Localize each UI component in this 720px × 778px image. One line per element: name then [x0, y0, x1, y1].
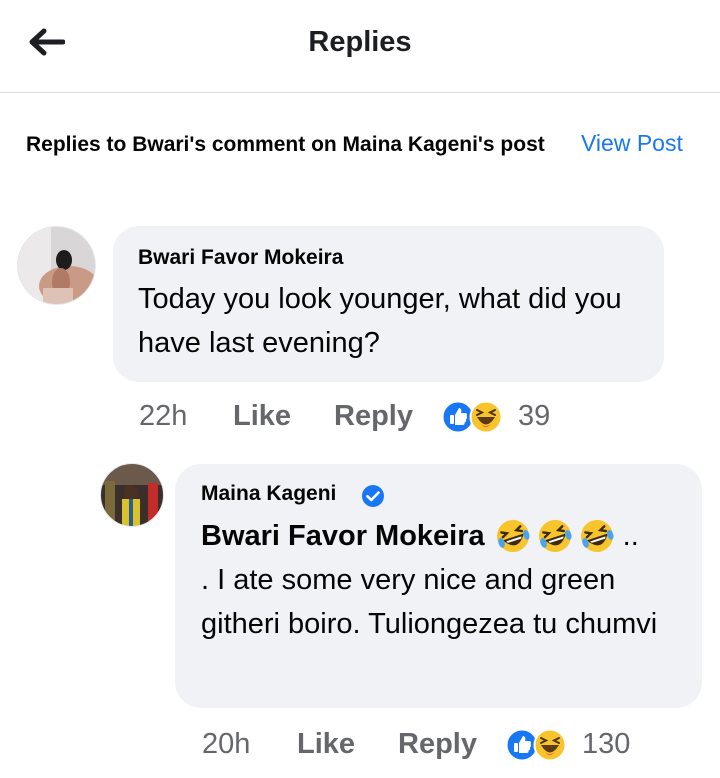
comment-text: . I ate some very nice and green githeri…	[201, 564, 658, 640]
comment-text: Today you look younger, what did you hav…	[138, 283, 622, 359]
comment-timestamp[interactable]: 20h	[202, 726, 250, 762]
reaction-icons[interactable]	[441, 400, 503, 434]
laughing-emoji	[496, 520, 530, 552]
reaction-icons[interactable]	[505, 728, 567, 762]
avatar[interactable]	[100, 463, 164, 527]
replies-context-text: Replies to Bwari's comment on Maina Kage…	[26, 133, 545, 156]
comment-text-fragment: ..	[622, 519, 639, 552]
haha-icon	[533, 728, 567, 762]
mention-link[interactable]: Bwari Favor Mokeira	[201, 520, 485, 553]
avatar-photo	[17, 226, 96, 305]
avatar[interactable]	[17, 226, 96, 305]
page-title: Replies	[308, 26, 412, 58]
reply-button[interactable]: Reply	[334, 398, 413, 434]
haha-icon	[469, 400, 503, 434]
reaction-count[interactable]: 130	[582, 726, 630, 762]
reaction-count[interactable]: 39	[518, 398, 550, 434]
avatar-photo	[100, 463, 164, 527]
verified-badge-icon	[362, 485, 384, 507]
like-button[interactable]: Like	[297, 726, 355, 762]
laughing-emoji	[538, 520, 572, 552]
like-button[interactable]: Like	[233, 398, 291, 434]
comment-author[interactable]: Maina Kageni	[201, 482, 336, 506]
mention-line: Bwari Favor Mokeira ..	[201, 514, 639, 558]
comment-timestamp[interactable]: 22h	[139, 398, 187, 434]
laughing-emoji	[580, 520, 614, 552]
view-post-link[interactable]: View Post	[581, 128, 683, 158]
top-bar: Replies	[0, 0, 720, 93]
comment-author[interactable]: Bwari Favor Mokeira	[138, 246, 343, 270]
reply-button[interactable]: Reply	[398, 726, 477, 762]
